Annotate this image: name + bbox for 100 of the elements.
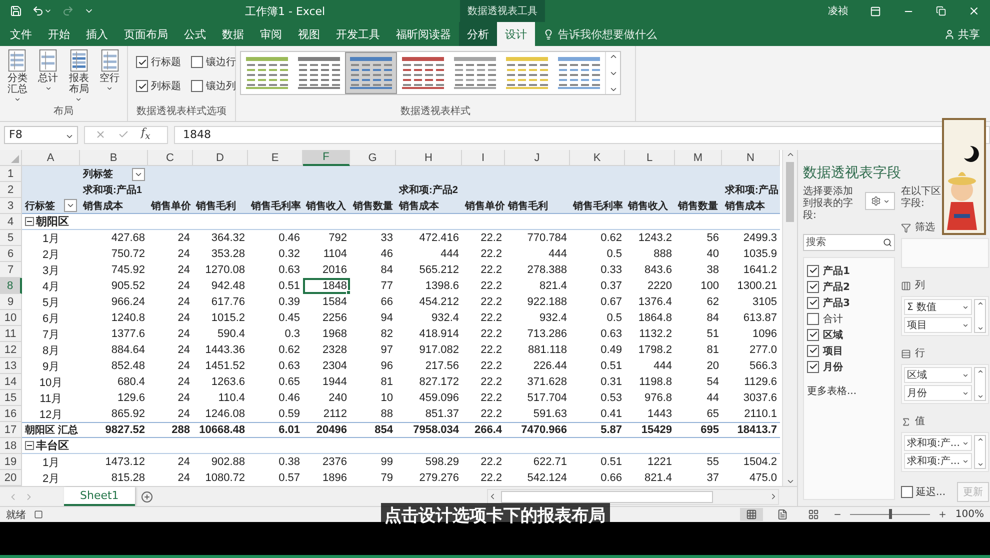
ribbon-button[interactable]: 总计 (34, 49, 62, 95)
scroll-down-icon[interactable] (976, 461, 984, 468)
column-header[interactable]: B (80, 150, 148, 166)
ribbon-tab[interactable]: 页面布局 (116, 22, 176, 46)
view-button[interactable] (740, 508, 764, 521)
checkbox[interactable] (807, 296, 819, 308)
scrollbar[interactable] (974, 367, 986, 401)
row-header[interactable]: 8 (0, 278, 22, 294)
column-header[interactable]: M (675, 150, 722, 166)
share-button[interactable]: 共享 (944, 22, 980, 46)
collapse-icon[interactable] (25, 217, 34, 226)
restore-button[interactable] (936, 6, 946, 16)
row-header[interactable]: 12 (0, 342, 22, 358)
scroll-up-icon[interactable] (976, 436, 984, 443)
row-header[interactable]: 19 (0, 454, 22, 470)
checkbox[interactable] (807, 344, 819, 356)
row-header[interactable]: 6 (0, 246, 22, 262)
row-header[interactable]: 10 (0, 310, 22, 326)
ribbon-tab[interactable]: 设计 (497, 22, 535, 46)
ribbon-tab[interactable]: 审阅 (252, 22, 290, 46)
insert-function-button[interactable]: f$_{x}$ (141, 126, 150, 143)
checkbox[interactable] (807, 280, 819, 292)
filter-dropdown-button[interactable] (132, 168, 145, 180)
tell-me-field[interactable]: 告诉我你想要做什么 (558, 28, 680, 40)
ribbon-tab[interactable]: 开始 (40, 22, 78, 46)
column-header[interactable]: E (248, 150, 303, 166)
column-header[interactable]: F (303, 150, 350, 166)
row-header[interactable]: 13 (0, 358, 22, 374)
save-button[interactable] (10, 5, 22, 17)
scroll-up-icon[interactable] (786, 150, 794, 159)
ribbon-button[interactable]: 空行 (96, 49, 123, 95)
ribbon-tab[interactable]: 公式 (176, 22, 214, 46)
column-header[interactable]: D (193, 150, 248, 166)
undo-button[interactable] (32, 5, 52, 17)
style-swatch[interactable] (345, 52, 397, 94)
checkbox[interactable] (191, 80, 203, 92)
field-chip[interactable]: 求和项:产... (904, 453, 972, 469)
checkbox[interactable] (807, 312, 819, 324)
ribbon-options-button[interactable] (870, 6, 881, 16)
vertical-scrollbar[interactable] (782, 150, 797, 486)
row-header[interactable]: 2 (0, 182, 22, 198)
field-chip[interactable]: 区域 (904, 367, 972, 383)
row-header[interactable]: 16 (0, 406, 22, 422)
scroll-down-icon[interactable] (976, 325, 984, 332)
scroll-up-icon[interactable] (976, 368, 984, 375)
scroll-thumb[interactable] (501, 490, 713, 502)
sheet-tab[interactable]: Sheet1 (64, 487, 135, 506)
row-header[interactable]: 17 (0, 422, 22, 438)
ribbon-tab[interactable]: 开发工具 (328, 22, 388, 46)
ribbon-tab[interactable]: 文件 (2, 22, 40, 46)
scroll-thumb[interactable] (786, 162, 794, 222)
row-header[interactable]: 5 (0, 230, 22, 246)
row-header[interactable]: 1 (0, 166, 22, 182)
column-header[interactable]: A (22, 150, 80, 166)
checkbox[interactable] (136, 80, 148, 92)
column-header[interactable]: C (148, 150, 193, 166)
row-header[interactable]: 4 (0, 214, 22, 230)
ribbon-tab[interactable]: 福昕阅读器 (388, 22, 459, 46)
column-header[interactable]: I (462, 150, 505, 166)
row-header[interactable]: 14 (0, 374, 22, 390)
settings-button[interactable] (865, 192, 895, 210)
column-header[interactable]: L (625, 150, 675, 166)
checkbox[interactable] (807, 264, 819, 276)
scroll-up-icon[interactable] (976, 300, 984, 307)
checkbox[interactable] (807, 360, 819, 372)
checkbox[interactable] (136, 56, 148, 68)
close-button[interactable] (968, 5, 980, 17)
filter-dropdown-button[interactable] (64, 199, 77, 212)
slider-thumb[interactable] (889, 509, 892, 519)
field-chip[interactable]: Σ 数值 (904, 299, 972, 315)
formula-field[interactable]: 1848 (174, 126, 990, 144)
column-header[interactable]: J (505, 150, 570, 166)
ribbon-button[interactable]: 分类汇总 (4, 49, 31, 106)
column-header[interactable]: K (570, 150, 625, 166)
name-box[interactable]: F8 (4, 126, 78, 144)
horizontal-scrollbar[interactable] (487, 488, 779, 504)
field-chip[interactable]: 月份 (904, 385, 972, 401)
ribbon-button[interactable]: 报表布局 (66, 49, 92, 106)
ribbon-tab[interactable]: 视图 (290, 22, 328, 46)
scroll-left-icon[interactable] (488, 492, 497, 501)
field-chip[interactable]: 求和项:产... (904, 435, 972, 451)
macro-record-icon[interactable] (34, 510, 43, 519)
zoom-in-icon[interactable] (938, 510, 948, 519)
ribbon-tab[interactable]: 分析 (459, 22, 497, 46)
row-header[interactable]: 11 (0, 326, 22, 342)
checkbox[interactable] (807, 328, 819, 340)
field-chip[interactable]: 项目 (904, 317, 972, 333)
scrollbar[interactable] (974, 299, 986, 333)
add-sheet-icon[interactable] (140, 490, 153, 502)
row-header[interactable]: 18 (0, 438, 22, 454)
more-tables-link[interactable]: 更多表格... (807, 384, 891, 398)
scroll-down-icon[interactable] (976, 393, 984, 400)
scrollbar[interactable] (974, 435, 986, 469)
scroll-down-icon[interactable] (786, 477, 794, 486)
checkbox[interactable] (191, 56, 203, 68)
row-header[interactable]: 9 (0, 294, 22, 310)
collapse-icon[interactable] (25, 441, 34, 450)
more-styles-icon[interactable] (608, 85, 618, 94)
row-header[interactable]: 3 (0, 198, 22, 214)
checkbox[interactable] (901, 486, 913, 498)
